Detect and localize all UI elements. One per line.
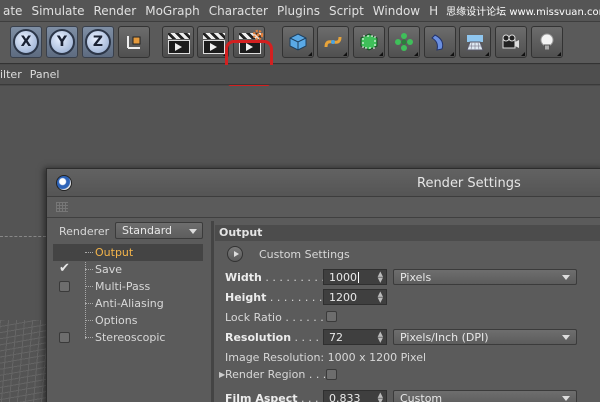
spinner-icon[interactable]: ▲ ▼ xyxy=(378,271,383,284)
menu-item-window[interactable]: Window xyxy=(371,4,426,18)
bend-deformer-icon xyxy=(431,34,444,51)
custom-settings-play-icon[interactable] xyxy=(227,246,243,262)
menu-item-panel[interactable]: Panel xyxy=(30,68,68,81)
array-icon xyxy=(395,33,413,51)
stereoscopic-checkbox[interactable] xyxy=(59,332,70,343)
camera-button[interactable] xyxy=(495,26,527,58)
dialog-title-bar[interactable]: Render Settings xyxy=(47,169,600,197)
multi-pass-checkbox[interactable] xyxy=(59,281,70,292)
chevron-down-icon xyxy=(189,229,197,234)
output-settings-panel: Output Custom Settings Width . . . . . .… xyxy=(215,221,600,402)
chevron-down-icon xyxy=(562,335,570,340)
sidebar-item-output[interactable]: Output xyxy=(53,244,203,261)
sidebar-item-options[interactable]: Options xyxy=(53,312,203,329)
deformer-button[interactable] xyxy=(424,26,456,58)
cube-icon xyxy=(289,33,307,51)
z-axis-lock-button[interactable]: Z xyxy=(82,26,114,58)
spline-icon xyxy=(324,36,342,48)
menu-item-plugins[interactable]: Plugins xyxy=(275,4,326,18)
light-bulb-icon xyxy=(540,33,554,51)
settings-list: Output ✔ Save Multi-Pass Anti-Aliasing O… xyxy=(53,244,203,346)
resolution-input[interactable]: 72 ▲ ▼ xyxy=(323,329,387,345)
clapper-icon xyxy=(203,33,225,39)
nurbs-button[interactable] xyxy=(353,26,385,58)
x-axis-lock-button[interactable]: X xyxy=(10,26,42,58)
light-button[interactable] xyxy=(531,26,563,58)
subdivision-surface-icon xyxy=(360,33,378,51)
custom-settings-label: Custom Settings xyxy=(259,248,350,261)
lock-ratio-label: Lock Ratio . . . . . . . xyxy=(225,311,331,324)
resolution-unit-dropdown[interactable]: Pixels/Inch (DPI) xyxy=(393,329,577,345)
coordinate-system-button[interactable] xyxy=(118,26,150,58)
checkmark-icon[interactable]: ✔ xyxy=(59,261,70,276)
clapper-icon xyxy=(168,33,190,39)
renderer-dropdown[interactable]: Standard xyxy=(115,222,203,239)
menu-item-render[interactable]: Render xyxy=(91,4,142,18)
menu-item-script[interactable]: Script xyxy=(327,4,370,18)
lock-ratio-checkbox[interactable] xyxy=(326,311,337,322)
height-input[interactable]: 1200 ▲ ▼ xyxy=(323,289,387,305)
array-button[interactable] xyxy=(388,26,420,58)
panel-divider[interactable] xyxy=(211,221,214,402)
menu-item-help[interactable]: H xyxy=(427,4,444,18)
chevron-down-icon xyxy=(562,275,570,280)
menu-item-simulate[interactable]: Simulate xyxy=(29,4,90,18)
width-label: Width . . . . . . . . . . xyxy=(225,271,332,284)
spline-button[interactable] xyxy=(317,26,349,58)
floor-icon xyxy=(466,35,484,51)
spinner-icon[interactable]: ▲ ▼ xyxy=(378,392,383,402)
spinner-icon[interactable]: ▲ ▼ xyxy=(378,291,383,304)
image-resolution-text: Image Resolution: 1000 x 1200 Pixel xyxy=(225,351,427,364)
film-aspect-input[interactable]: 0.833 ▲ ▼ xyxy=(323,390,387,402)
menu-item-mograph[interactable]: MoGraph xyxy=(143,4,206,18)
width-unit-dropdown[interactable]: Pixels xyxy=(393,269,577,285)
main-toolbar: X Y Z xyxy=(0,22,600,87)
resolution-label: Resolution . . . . . . xyxy=(225,331,334,344)
dialog-title: Render Settings xyxy=(417,176,521,191)
chevron-down-icon xyxy=(562,396,570,401)
render-region-label: Render Region . . . xyxy=(225,368,327,381)
width-input[interactable]: 1000 ▲ ▼ xyxy=(323,269,387,285)
cinema4d-logo-icon xyxy=(56,175,72,191)
coordinate-system-icon xyxy=(127,36,141,49)
spinner-icon[interactable]: ▲ ▼ xyxy=(378,331,383,344)
render-view-button[interactable] xyxy=(162,26,194,58)
sidebar-item-save[interactable]: ✔ Save xyxy=(53,261,203,278)
height-label: Height . . . . . . . . . . xyxy=(225,291,337,304)
sidebar-item-multi-pass[interactable]: Multi-Pass xyxy=(53,278,203,295)
drag-grip-icon[interactable] xyxy=(56,202,68,212)
floor-button[interactable] xyxy=(459,26,491,58)
menu-item-create[interactable]: ate xyxy=(1,4,28,18)
render-settings-dialog: Render Settings Renderer Standard Output… xyxy=(46,168,600,402)
viewport-menu: ilter Panel xyxy=(0,65,600,85)
renderer-label: Renderer xyxy=(59,225,110,238)
menu-item-filter[interactable]: ilter xyxy=(0,68,30,81)
menu-bar: ate Simulate Render MoGraph Character Pl… xyxy=(0,0,600,22)
watermark: 思缘设计论坛 www.missvuan.com xyxy=(446,7,600,18)
y-axis-lock-button[interactable]: Y xyxy=(46,26,78,58)
cube-primitive-button[interactable] xyxy=(282,26,314,58)
sidebar-item-stereoscopic[interactable]: Stereoscopic xyxy=(53,329,203,346)
section-title: Output xyxy=(215,225,600,241)
menu-item-character[interactable]: Character xyxy=(207,4,274,18)
film-aspect-preset-dropdown[interactable]: Custom xyxy=(393,390,577,402)
render-region-checkbox[interactable] xyxy=(326,369,337,380)
sidebar-item-anti-aliasing[interactable]: Anti-Aliasing xyxy=(53,295,203,312)
viewport-grid xyxy=(0,320,48,402)
camera-icon xyxy=(502,34,519,49)
